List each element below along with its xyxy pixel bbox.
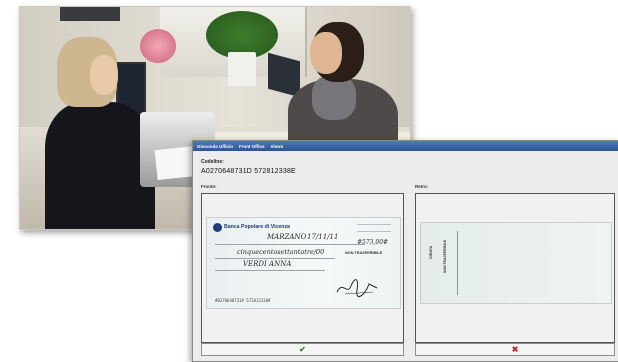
cheque-front-panel: Banca Popolare di Vicenza MARZANO 17/11/… <box>201 193 404 343</box>
cheque-place: MARZANO <box>267 233 307 241</box>
photo-customer-face <box>310 32 342 74</box>
codeline-label: Codeline: <box>201 159 224 165</box>
cheque-date: 17/11/11 <box>307 233 339 241</box>
photo-plant-pot <box>228 52 256 86</box>
signature-icon <box>336 279 378 298</box>
cheque-amount-words: cinquecentosettantatre/00 <box>237 248 325 256</box>
front-panel-label: Fronte: <box>201 184 217 189</box>
menu-item-views[interactable]: Views <box>271 144 284 149</box>
photo-teller-face <box>90 55 118 95</box>
photo-flower <box>140 29 176 63</box>
endorsement-stamp <box>439 231 458 295</box>
menu-item-front-office[interactable]: Front Office <box>239 144 265 149</box>
cheque-front-image: Banca Popolare di Vicenza MARZANO 17/11/… <box>206 217 401 309</box>
cheque-payee: VERDI ANNA <box>243 260 292 268</box>
cheque-amount: #573,00# <box>357 239 389 246</box>
cheque-line-words <box>215 258 335 259</box>
endorsement-label: GIRATA <box>429 245 433 259</box>
window-menubar: Gioconda Ufficio Front Office Views <box>193 141 618 151</box>
photo-teller-body <box>45 102 155 229</box>
check-icon: ✔ <box>299 344 306 354</box>
cheque-non-transferable: NON TRASFERIBILE <box>345 251 383 255</box>
back-panel-label: Retro: <box>415 184 429 189</box>
cheque-back-panel: GIRATA NON TRASFERIBILE <box>415 193 615 343</box>
cheque-line-payee <box>215 270 325 271</box>
bank-name: Banca Popolare di Vicenza <box>224 224 290 230</box>
menu-item-gioconda[interactable]: Gioconda Ufficio <box>197 144 233 149</box>
cheque-line-place <box>215 244 365 245</box>
cheque-back-image: GIRATA NON TRASFERIBILE <box>420 222 612 304</box>
cancel-button[interactable]: ✖ <box>415 343 615 356</box>
codeline-value: A0270648731D 572812338E <box>201 168 296 175</box>
confirm-button[interactable]: ✔ <box>201 343 404 356</box>
back-non-transferable: NON TRASFERIBILE <box>443 239 447 273</box>
cheque-fineprint <box>357 224 391 232</box>
cheque-micr-line: #0270648731# 572812338# <box>215 298 271 303</box>
bank-logo-icon <box>213 223 222 232</box>
cheque-viewer-window: Gioconda Ufficio Front Office Views Code… <box>192 140 618 362</box>
close-icon: ✖ <box>511 344 519 354</box>
photo-frame <box>60 7 120 21</box>
